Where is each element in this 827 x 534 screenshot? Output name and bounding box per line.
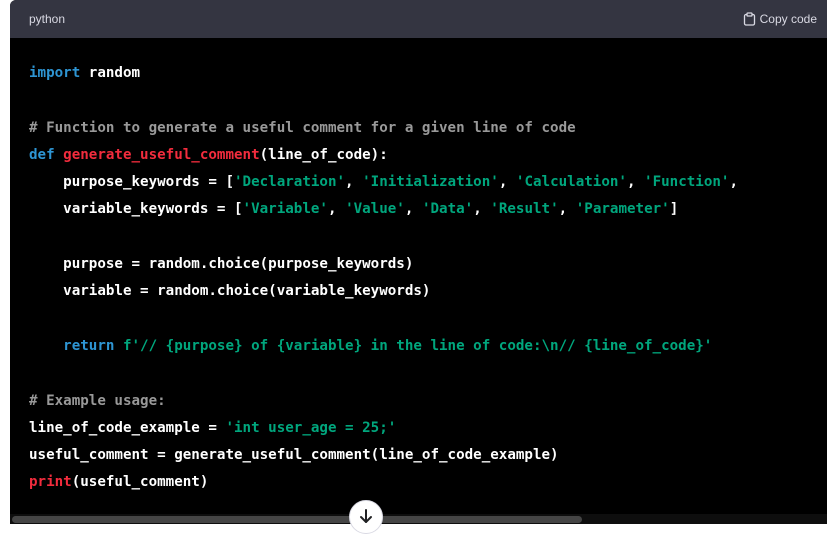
code-line: # Example usage: (29, 388, 827, 415)
code-string: 'Data' (421, 201, 474, 218)
copy-code-label: Copy code (759, 12, 817, 26)
code-function-name: generate_useful_comment (63, 146, 260, 163)
scroll-to-bottom-button[interactable] (349, 500, 383, 534)
copy-code-button[interactable]: Copy code (743, 12, 827, 26)
horizontal-scrollbar[interactable] (10, 514, 827, 524)
code-line: # Function to generate a useful comment … (29, 115, 827, 142)
code-keyword: def (29, 146, 55, 163)
code-comment: # Function to generate a useful comment … (29, 119, 576, 136)
code-string: 'Value' (345, 201, 405, 218)
code-area[interactable]: import random # Function to generate a us… (10, 38, 827, 524)
code-text: ] (669, 201, 679, 218)
language-label: python (29, 12, 66, 26)
code-content: import random # Function to generate a us… (10, 38, 827, 497)
code-string: 'Result' (490, 201, 559, 218)
code-text: useful_comment = generate_useful_comment… (29, 447, 559, 464)
code-line: return f'// {purpose} of {variable} in t… (29, 333, 827, 360)
code-text: , (498, 174, 516, 191)
code-text: variable = random.choice(variable_keywor… (29, 283, 431, 300)
code-text: , (345, 174, 363, 191)
code-line: purpose = random.choice(purpose_keywords… (29, 251, 827, 278)
code-line: useful_comment = generate_useful_comment… (29, 442, 827, 469)
code-text: purpose = random.choice(purpose_keywords… (29, 256, 414, 273)
code-text: variable_keywords = [ (29, 201, 243, 218)
code-text: , (729, 174, 739, 191)
code-text: , (626, 174, 645, 191)
clipboard-icon (743, 12, 756, 26)
scrollbar-thumb[interactable] (12, 516, 582, 523)
code-line: print(useful_comment) (29, 469, 827, 496)
code-line: def generate_useful_comment(line_of_code… (29, 142, 827, 169)
code-text: , (327, 201, 346, 218)
code-text: , (558, 201, 576, 218)
code-string: 'Parameter' (575, 201, 670, 218)
code-string: 'Variable' (242, 201, 328, 218)
code-line: variable = random.choice(variable_keywor… (29, 278, 827, 305)
code-keyword: import (29, 65, 81, 81)
code-text: , (473, 201, 491, 218)
code-line: variable_keywords = ['Variable', 'Value'… (29, 196, 827, 223)
code-text: (useful_comment) (71, 474, 209, 491)
code-text: random (80, 65, 141, 81)
code-string: 'int user_age = 25;' (225, 419, 397, 436)
code-string: 'Function' (644, 174, 730, 191)
code-string: 'Declaration' (234, 174, 346, 191)
code-line: import random (29, 60, 827, 87)
code-line: line_of_code_example = 'int user_age = 2… (29, 415, 827, 442)
code-block-header: python Copy code (10, 0, 827, 38)
code-text: purpose_keywords = [ (29, 174, 234, 191)
code-string: 'Initialization' (362, 174, 499, 191)
code-string: f'// {purpose} of {variable} in the line… (122, 337, 713, 354)
code-text: (line_of_code): (259, 146, 388, 163)
code-block: python Copy code import random # Function… (10, 0, 827, 524)
code-line: purpose_keywords = ['Declaration', 'Init… (29, 169, 827, 196)
code-string: 'Calculation' (515, 174, 627, 191)
code-text: line_of_code_example = (29, 419, 226, 436)
code-comment: # Example usage: (29, 392, 166, 409)
code-keyword: return (63, 337, 115, 354)
code-function-name: print (29, 474, 72, 491)
code-text: , (404, 201, 422, 218)
